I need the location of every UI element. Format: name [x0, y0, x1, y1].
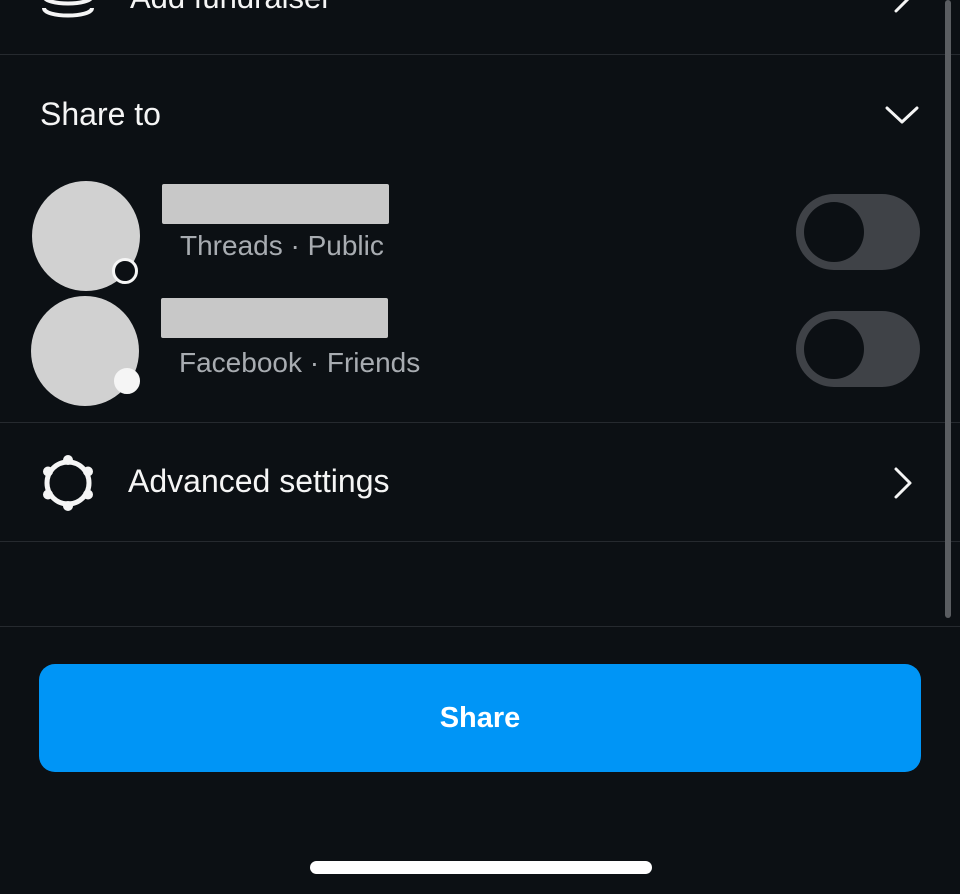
facebook-icon	[114, 368, 140, 394]
toggle-knob	[804, 202, 864, 262]
gear-icon	[43, 455, 93, 511]
threads-icon	[112, 258, 138, 284]
share-to-title: Share to	[40, 96, 161, 132]
share-toggle-threads[interactable]	[796, 194, 920, 270]
chevron-down-icon	[885, 106, 919, 124]
share-button[interactable]: Share	[39, 664, 921, 772]
home-indicator[interactable]	[310, 861, 652, 874]
chevron-right-icon	[894, 467, 912, 499]
add-fundraiser-row[interactable]: Add fundraiser	[0, 0, 940, 54]
share-to-section-header[interactable]: Share to	[0, 56, 940, 166]
account-meta-threads: Threads · Public	[180, 230, 384, 261]
advanced-settings-label: Advanced settings	[128, 463, 390, 499]
share-account-row-facebook: Facebook · Friends	[0, 294, 940, 412]
divider	[0, 626, 960, 627]
share-settings-screen: Add fundraiser Share to Threads · Public…	[0, 0, 960, 894]
divider	[0, 54, 960, 55]
add-fundraiser-label: Add fundraiser	[130, 0, 332, 16]
divider	[0, 541, 960, 542]
share-toggle-facebook[interactable]	[796, 311, 920, 387]
account-name-redacted	[161, 298, 388, 338]
advanced-settings-row[interactable]: Advanced settings	[0, 423, 940, 541]
account-meta-facebook: Facebook · Friends	[179, 347, 421, 378]
share-account-row-threads: Threads · Public	[0, 178, 940, 296]
chevron-right-icon	[894, 0, 910, 13]
scrollbar[interactable]	[945, 0, 951, 618]
toggle-knob	[804, 319, 864, 379]
account-name-redacted	[162, 184, 389, 224]
coins-stack-icon	[42, 0, 94, 18]
